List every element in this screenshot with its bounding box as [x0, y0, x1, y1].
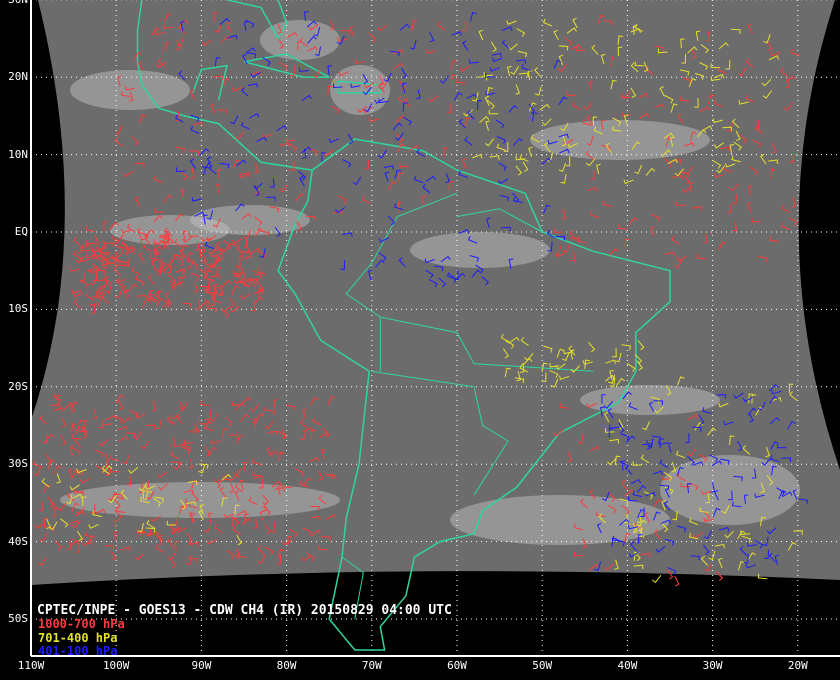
lat-label: EQ: [14, 225, 28, 238]
lon-label: 70W: [361, 659, 382, 672]
satellite-wind-map: 30N 20N 10N EQ 10S 20S 30S 40S 50S 110W 100W 90W 80…: [0, 0, 840, 680]
wind-barb: [674, 575, 680, 587]
legend-mid-level: 701-400 hPa: [38, 631, 118, 645]
cloud-area: [70, 70, 190, 110]
wind-barb: [651, 574, 662, 584]
lon-label: 90W: [191, 659, 212, 672]
cloud-area: [410, 232, 550, 268]
lat-label: 50S: [8, 612, 28, 625]
lon-label: 100W: [102, 659, 130, 672]
cloud-area: [450, 495, 670, 545]
lat-label: 30S: [8, 457, 28, 471]
legend-low-level: 1000-700 hPa: [38, 617, 125, 631]
lat-label: 10S: [8, 302, 28, 316]
lon-label: 30W: [702, 659, 723, 672]
lon-label: 110W: [17, 659, 45, 672]
lat-label: 20N: [8, 70, 28, 84]
map-title: CPTEC/INPE - GOES13 - CDW CH4 (IR) 20150…: [37, 603, 452, 618]
lon-label: 20W: [787, 659, 808, 672]
lon-label: 40W: [617, 659, 638, 672]
lat-label: 40S: [8, 534, 28, 548]
cloud-area: [660, 455, 800, 525]
lat-label: 10N: [8, 147, 28, 161]
cloud-area: [530, 120, 710, 160]
lon-label: 50W: [532, 659, 553, 672]
legend-high-level: 401-100 hPa: [38, 644, 118, 658]
lon-label: 80W: [276, 659, 297, 672]
lat-label: 30N: [2, 0, 28, 6]
lon-label: 60W: [447, 659, 467, 672]
map-canvas: [30, 0, 840, 657]
lat-label: 20S: [8, 379, 28, 393]
